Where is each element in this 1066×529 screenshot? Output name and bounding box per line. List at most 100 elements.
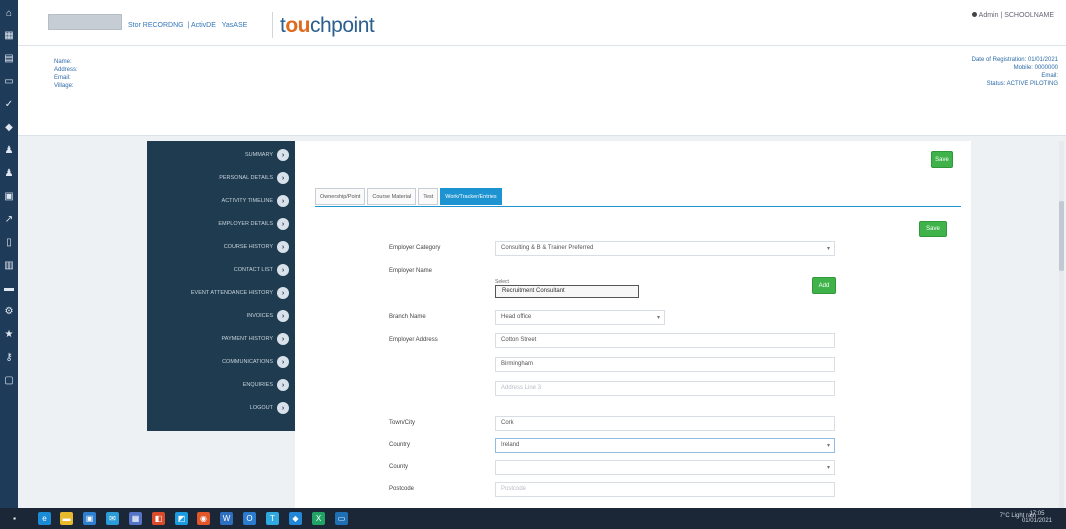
mail-icon[interactable]: ✉	[106, 512, 119, 525]
save-tab-button[interactable]: Save	[919, 221, 947, 237]
user-status-icon	[971, 12, 977, 17]
scrollbar-thumb[interactable]	[1059, 201, 1064, 271]
arrow-right-icon: ›	[277, 241, 289, 253]
nav-item-employer-details[interactable]: EMPLOYER DETAILS ›	[218, 218, 289, 230]
branch-name-label: Branch Name	[389, 314, 426, 320]
tab-test[interactable]: Test	[418, 188, 439, 205]
header-link[interactable]: YasASE	[222, 22, 248, 29]
app-icon[interactable]: ◆	[289, 512, 302, 525]
arrow-right-icon: ›	[277, 149, 289, 161]
page-scrollbar[interactable]	[1059, 141, 1064, 508]
employer-category-select[interactable]: Consulting & B & Trainer Preferred	[495, 241, 835, 256]
address-line-2-input[interactable]: Birmingham	[495, 357, 835, 372]
town-city-input[interactable]: Cork	[495, 416, 835, 431]
nav-item-contact-list[interactable]: CONTACT LIST ›	[234, 264, 289, 276]
employer-address-label: Employer Address	[389, 337, 438, 343]
address-line-1-input[interactable]: Cotton Street	[495, 333, 835, 348]
nav-item-payment-history[interactable]: PAYMENT HISTORY ›	[222, 333, 289, 345]
os-taskbar: ▪ e ▬ ▣ ✉ ▦ ◧ ◩ ◉ W O T ◆ X ▭ 7°C Light …	[0, 508, 1066, 529]
arrow-right-icon: ›	[277, 218, 289, 230]
arrow-right-icon: ›	[277, 402, 289, 414]
arrow-right-icon: ›	[277, 195, 289, 207]
tab-underline	[315, 206, 961, 207]
arrow-right-icon: ›	[277, 379, 289, 391]
town-city-label: Town/City	[389, 420, 416, 426]
arrow-right-icon: ›	[277, 356, 289, 368]
touchpoint-logo: touchpoint	[280, 14, 375, 37]
school-logo	[48, 14, 122, 30]
postcode-input[interactable]: Postcode	[495, 482, 835, 497]
tab-course-material[interactable]: Course Material	[367, 188, 417, 205]
user-menu[interactable]: Admin | SCHOOLNAME	[971, 12, 1054, 19]
nav-item-activity-timeline[interactable]: ACTIVITY TIMELINE ›	[222, 195, 289, 207]
nav-item-communications[interactable]: COMMUNICATIONS ›	[222, 356, 289, 368]
table-icon[interactable]: ▥	[3, 260, 15, 272]
save-top-button[interactable]: Save	[931, 151, 953, 168]
store-icon[interactable]: ▣	[83, 512, 96, 525]
nav-item-enquiries[interactable]: ENQUIRIES ›	[243, 379, 289, 391]
nav-item-course-history[interactable]: COURSE HISTORY ›	[224, 241, 289, 253]
tab-work-tracker[interactable]: Work/Tracker/Entries	[440, 188, 502, 205]
record-nav-panel: SUMMARY › PERSONAL DETAILS › ACTIVITY TIME…	[147, 141, 295, 431]
users-icon[interactable]: ♟	[3, 168, 15, 180]
address-line-3-input[interactable]: Address Line 3	[495, 381, 835, 396]
header-links: Stor RECORDNG | ActivDE YasASE	[128, 22, 248, 29]
photos-icon[interactable]: ◩	[175, 512, 188, 525]
office-icon[interactable]: ◧	[152, 512, 165, 525]
arrow-right-icon: ›	[277, 264, 289, 276]
outlook-icon[interactable]: O	[243, 512, 256, 525]
tab-bar: Ownership/Point Course Material Test Wor…	[315, 188, 502, 205]
add-employer-button[interactable]: Add	[812, 277, 836, 294]
calendar-icon[interactable]: ▦	[129, 512, 142, 525]
postcode-label: Postcode	[389, 486, 415, 492]
save-icon[interactable]: ▢	[3, 375, 15, 387]
star-icon[interactable]: ★	[3, 329, 15, 341]
county-select[interactable]	[495, 460, 835, 475]
header-link[interactable]: Stor RECORDNG	[128, 22, 184, 29]
grid-icon[interactable]: ▤	[3, 53, 15, 65]
settings-icon[interactable]: ⚙	[3, 306, 15, 318]
remote-desktop-icon[interactable]: ▭	[335, 512, 348, 525]
contact-info-right: Date of Registration: 01/01/2021 Mobile:…	[971, 57, 1058, 87]
arrow-right-icon: ›	[277, 287, 289, 299]
key-icon[interactable]: ⚷	[3, 352, 15, 364]
nav-item-event-attendance[interactable]: EVENT ATTENDANCE HISTORY ›	[191, 287, 289, 299]
document-icon[interactable]: ▯	[3, 237, 15, 249]
file-explorer-icon[interactable]: ▬	[60, 512, 73, 525]
taskbar-clock[interactable]: 17:05 01/01/2021	[1022, 511, 1052, 525]
country-label: Country	[389, 442, 411, 448]
arrow-right-icon: ›	[277, 310, 289, 322]
header-link[interactable]: ActivDE	[191, 22, 216, 29]
word-icon[interactable]: W	[220, 512, 233, 525]
arrow-right-icon: ›	[277, 172, 289, 184]
tag-icon[interactable]: ◆	[3, 122, 15, 134]
teams-icon[interactable]: T	[266, 512, 279, 525]
header-divider	[272, 12, 273, 38]
left-icon-rail: ⌂ ▦ ▤ ▭ ✓ ◆ ♟ ♟ ▣ ↗ ▯ ▥ ▬ ⚙ ★ ⚷ ▢	[0, 0, 18, 508]
user-icon[interactable]: ♟	[3, 145, 15, 157]
home-icon[interactable]: ⌂	[3, 8, 15, 20]
excel-icon[interactable]: X	[312, 512, 325, 525]
tab-ownership-point[interactable]: Ownership/Point	[315, 188, 366, 205]
branch-name-select[interactable]: Head office	[495, 310, 665, 325]
keyboard-icon[interactable]: ▬	[3, 283, 15, 295]
calculator-icon[interactable]: ▣	[3, 191, 15, 203]
edge-browser-icon[interactable]: e	[38, 512, 51, 525]
nav-item-personal-details[interactable]: PERSONAL DETAILS ›	[219, 172, 289, 184]
employer-name-label: Employer Name	[389, 268, 433, 274]
employer-name-selected[interactable]: Recruitment Consultant	[495, 285, 639, 298]
windows-start-icon[interactable]: ▪	[8, 512, 21, 525]
nav-item-summary[interactable]: SUMMARY ›	[245, 149, 289, 161]
chrome-icon[interactable]: ◉	[197, 512, 210, 525]
dashboard-icon[interactable]: ▦	[3, 30, 15, 42]
chart-icon[interactable]: ↗	[3, 214, 15, 226]
nav-item-logout[interactable]: LOGOUT ›	[250, 402, 289, 414]
arrow-right-icon: ›	[277, 333, 289, 345]
nav-item-invoices[interactable]: INVOICES ›	[247, 310, 289, 322]
contact-info-left: Name: Address: Email: Village:	[54, 59, 78, 89]
monitor-icon[interactable]: ▭	[3, 76, 15, 88]
country-select[interactable]: Ireland	[495, 438, 835, 453]
check-icon[interactable]: ✓	[3, 99, 15, 111]
main-panel: Save Ownership/Point Course Material Tes…	[295, 141, 971, 508]
employer-category-label: Employer Category	[389, 245, 441, 251]
